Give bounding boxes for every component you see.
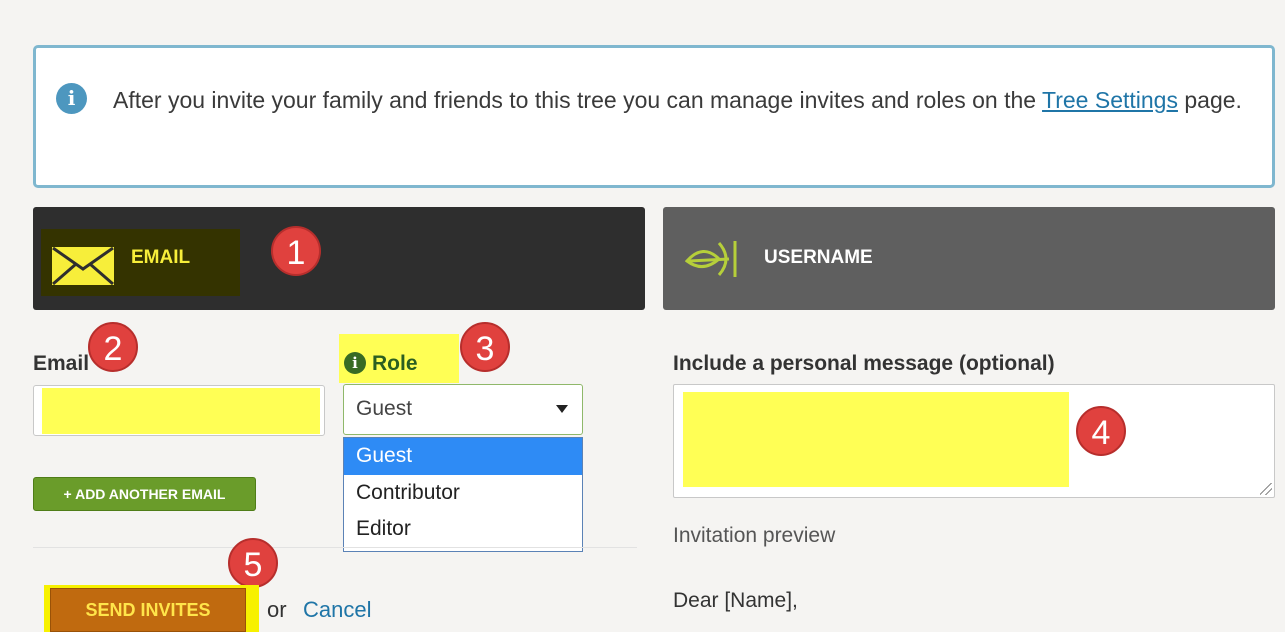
info-text-part: After you invite your family and friends… (113, 87, 1043, 113)
envelope-icon (52, 247, 114, 285)
invitation-greeting: Dear [Name], (673, 589, 798, 612)
or-text: or (267, 597, 287, 622)
tree-settings-link[interactable]: Tree Settings (1042, 87, 1178, 113)
info-icon: i (56, 83, 87, 114)
caret-down-icon (556, 405, 568, 413)
cancel-link[interactable]: Cancel (303, 597, 371, 623)
role-option-guest[interactable]: Guest (344, 438, 582, 475)
personal-message-textarea[interactable] (673, 384, 1275, 498)
send-invites-highlight: SEND INVITES (44, 585, 259, 632)
resize-grip-icon[interactable] (1260, 483, 1272, 495)
tab-username[interactable]: USERNAME (663, 207, 1275, 310)
role-dropdown: Guest Contributor Editor (343, 437, 583, 552)
personal-message-label: Include a personal message (optional) (673, 352, 1055, 375)
step-badge-1: 1 (271, 226, 321, 276)
info-banner: i After you invite your family and frien… (33, 45, 1275, 188)
role-label-text: Role (372, 352, 418, 375)
invitation-preview-label: Invitation preview (673, 524, 836, 547)
email-field-highlight (42, 388, 320, 434)
role-info-icon[interactable]: i (344, 352, 366, 374)
step-badge-3: 3 (460, 322, 510, 372)
role-label: i Role (344, 352, 418, 376)
email-label: Email (33, 352, 90, 375)
info-text-part: page. (1177, 87, 1242, 113)
leaf-icon (685, 241, 737, 277)
role-option-contributor[interactable]: Contributor (344, 475, 582, 512)
step-badge-2: 2 (88, 322, 138, 372)
message-highlight (683, 392, 1069, 487)
role-select[interactable]: Guest (343, 384, 583, 435)
email-field[interactable] (33, 385, 325, 436)
add-another-email-button[interactable]: + ADD ANOTHER EMAIL (33, 477, 256, 511)
role-option-editor[interactable]: Editor (344, 511, 582, 548)
info-text: After you invite your family and friends… (113, 81, 1253, 119)
send-invites-button[interactable]: SEND INVITES (50, 588, 246, 632)
step-badge-5: 5 (228, 538, 278, 588)
divider (33, 547, 637, 548)
step-badge-4: 4 (1076, 406, 1126, 456)
tab-username-label: USERNAME (764, 247, 873, 268)
tab-email[interactable]: EMAIL 1 (33, 207, 645, 310)
role-selected-value: Guest (356, 397, 413, 420)
tab-email-label: EMAIL (131, 247, 191, 268)
